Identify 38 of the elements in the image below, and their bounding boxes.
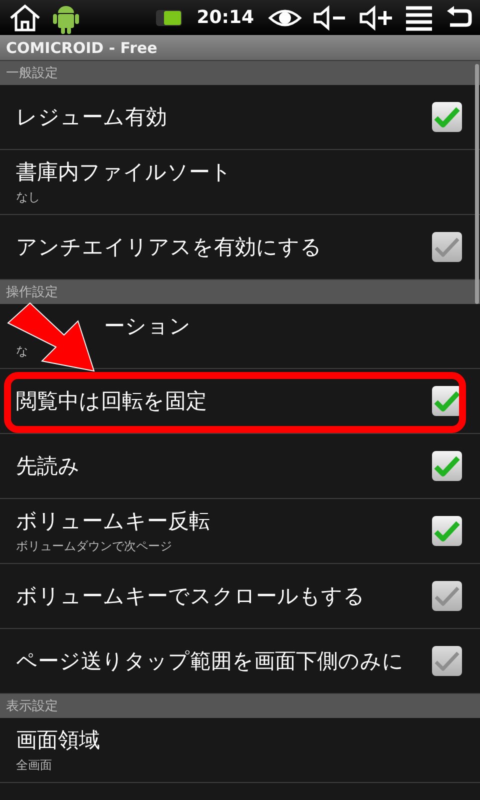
section-header: 表示設定 [0, 694, 480, 718]
checkmark-icon [434, 520, 460, 542]
preference-summary: なし [16, 189, 41, 206]
preference-title: ーション [103, 313, 192, 340]
checkbox[interactable] [432, 386, 462, 416]
preference-row[interactable]: ーション な [0, 304, 480, 369]
home-icon[interactable] [8, 2, 42, 32]
preference-row[interactable]: レジューム有効 [0, 85, 480, 150]
preference-title: 画面領域 [16, 727, 101, 754]
preference-title: 閲覧中は回転を固定 [16, 388, 208, 415]
checkbox[interactable] [432, 451, 462, 481]
preference-title: ボリュームキー反転 [16, 508, 211, 535]
preference-summary: 全画面 [16, 757, 53, 774]
preference-title: ページ送りタップ範囲を画面下側のみに [16, 648, 405, 675]
checkbox[interactable] [432, 516, 462, 546]
preference-title: ボリュームキーでスクロールもする [16, 583, 366, 610]
checkmark-icon [434, 106, 460, 128]
preference-title: 先読み [16, 453, 81, 480]
preference-row[interactable]: 画面領域 全画面 [0, 718, 480, 783]
preference-row[interactable]: 書庫内ファイルソート なし [0, 150, 480, 215]
volume-down-icon[interactable] [312, 4, 348, 30]
checkmark-icon [434, 455, 460, 477]
preference-summary: ボリュームダウンで次ページ [16, 538, 173, 555]
preference-title: 書庫内ファイルソート [16, 159, 233, 186]
section-header: 一般設定 [0, 61, 480, 85]
window-title: COMICROID - Free [6, 38, 158, 56]
preference-title: レジューム有効 [16, 104, 168, 131]
preference-row[interactable]: 閲覧中は回転を固定 [0, 369, 480, 434]
preference-summary: な [16, 343, 29, 360]
checkbox[interactable] [432, 102, 462, 132]
preference-row[interactable]: 先読み [0, 434, 480, 499]
clock-text: 20:14 [196, 7, 254, 28]
preference-title: アンチエイリアスを有効にする [16, 234, 323, 261]
volume-up-icon[interactable] [358, 4, 394, 30]
preference-row[interactable]: ボリュームキー反転 ボリュームダウンで次ページ [0, 499, 480, 564]
menu-icon[interactable] [404, 4, 434, 30]
section-header: 操作設定 [0, 280, 480, 304]
checkmark-icon [434, 390, 460, 412]
